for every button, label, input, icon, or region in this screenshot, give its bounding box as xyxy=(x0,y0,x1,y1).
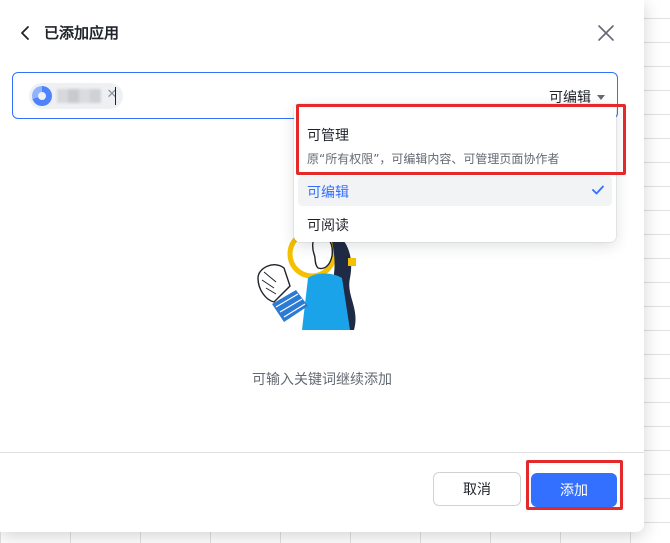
permission-dropdown: 可管理 原“所有权限”，可编辑内容、可管理页面协作者 可编辑 可阅读 xyxy=(294,104,616,242)
permission-option-read[interactable]: 可阅读 xyxy=(294,210,616,238)
empty-state-hint: 可输入关键词继续添加 xyxy=(252,372,392,388)
add-button[interactable]: 添加 xyxy=(531,473,617,507)
dialog-title: 已添加应用 xyxy=(44,24,120,42)
dialog-header: 已添加应用 xyxy=(0,0,644,66)
caret-down-icon xyxy=(597,94,605,100)
permission-option-edit[interactable]: 可编辑 xyxy=(298,176,612,206)
redacted-app-name xyxy=(57,89,101,103)
added-apps-dialog: 已添加应用 ✕ 可编辑 可输入关键词继续添加 取消 添加 xyxy=(0,0,644,532)
chevron-left-icon[interactable] xyxy=(18,24,34,42)
text-cursor xyxy=(115,87,116,105)
option-label: 可管理 xyxy=(307,128,349,144)
permission-option-manage[interactable]: 可管理 原“所有权限”，可编辑内容、可管理页面协作者 xyxy=(294,108,616,174)
remove-chip-icon[interactable]: ✕ xyxy=(105,87,119,103)
selected-app-chip: ✕ xyxy=(29,83,123,109)
option-description: 原“所有权限”，可编辑内容、可管理页面协作者 xyxy=(307,152,560,166)
close-icon[interactable] xyxy=(596,23,616,43)
option-label: 可阅读 xyxy=(307,218,349,234)
cancel-button[interactable]: 取消 xyxy=(433,472,521,506)
app-avatar-icon xyxy=(32,86,52,106)
check-icon xyxy=(592,185,604,195)
option-label: 可编辑 xyxy=(307,185,349,201)
footer-divider xyxy=(0,452,644,453)
